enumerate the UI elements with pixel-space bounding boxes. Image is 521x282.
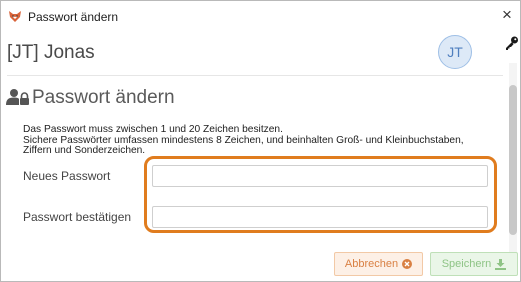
- dialog-window: Passwort ändern × [JT] Jonas JT Passwort…: [0, 0, 521, 282]
- key-icon[interactable]: [504, 35, 520, 51]
- cancel-button-label: Abbrechen: [344, 258, 399, 270]
- password-hint: Das Passwort muss zwischen 1 und 20 Zeic…: [23, 124, 493, 157]
- close-circle-icon: [402, 259, 413, 269]
- close-icon[interactable]: ×: [499, 6, 515, 24]
- new-password-label: Neues Passwort: [23, 169, 111, 183]
- user-lock-icon: [6, 89, 29, 105]
- user-name: [JT] Jonas: [7, 42, 95, 63]
- new-password-field[interactable]: [152, 165, 488, 187]
- avatar[interactable]: JT: [438, 35, 472, 69]
- cancel-button[interactable]: Abbrechen: [334, 252, 423, 276]
- save-button-label: Speichern: [441, 258, 492, 270]
- download-icon: [495, 258, 507, 270]
- title-bar: Passwort ändern ×: [1, 1, 520, 31]
- fox-app-icon: [9, 11, 21, 22]
- header-divider: [7, 75, 503, 76]
- scrollbar-thumb[interactable]: [509, 85, 517, 235]
- window-title: Passwort ändern: [28, 10, 119, 24]
- save-button[interactable]: Speichern: [430, 252, 518, 276]
- hint-line: Ziffern und Sonderzeichen.: [23, 145, 146, 156]
- hint-line: Das Passwort muss zwischen 1 und 20 Zeic…: [23, 124, 283, 135]
- confirm-password-label: Passwort bestätigen: [23, 210, 132, 224]
- confirm-password-field[interactable]: [152, 206, 488, 228]
- section-title: Passwort ändern: [32, 87, 175, 108]
